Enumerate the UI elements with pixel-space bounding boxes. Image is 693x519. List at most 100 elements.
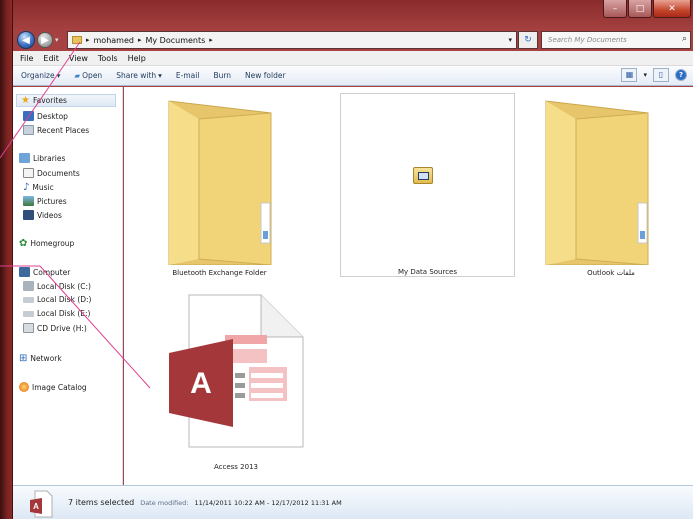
chevron-down-icon: ▾ <box>56 71 61 80</box>
nav-pictures-label: Pictures <box>37 196 67 206</box>
recent-places-icon <box>23 125 34 135</box>
local-disk-icon <box>23 310 34 317</box>
minimize-button[interactable]: – <box>603 0 627 18</box>
folder-icon <box>72 36 82 44</box>
nav-cd-drive[interactable]: CD Drive (H:) <box>23 323 87 333</box>
nav-network-label: Network <box>30 354 62 363</box>
menu-bar: File Edit View Tools Help <box>13 51 693 66</box>
date-modified-label: Date modified: <box>140 498 189 507</box>
cd-drive-icon <box>23 323 34 333</box>
breadcrumb-mohamed[interactable]: mohamed <box>94 36 134 45</box>
homegroup-icon: ✿ <box>19 238 28 249</box>
explorer-window: – □ ✕ ◀ ▶ ▾ ▸ mohamed ▸ My Documents ▸ ▾… <box>12 0 693 519</box>
file-item-access[interactable]: A Access 2013 <box>161 291 311 471</box>
navigation-pane: ★ Favorites Desktop Recent Places Librar… <box>13 87 123 485</box>
svg-text:A: A <box>33 502 39 511</box>
file-item-bluetooth[interactable]: Bluetooth Exchange Folder <box>141 93 298 277</box>
forward-button[interactable]: ▶ <box>37 32 53 48</box>
nav-computer[interactable]: Computer <box>19 267 70 277</box>
close-button[interactable]: ✕ <box>653 0 691 18</box>
share-with-button[interactable]: Share with ▾ <box>116 71 162 80</box>
back-button[interactable]: ◀ <box>17 31 35 49</box>
pictures-icon <box>23 196 34 206</box>
menu-edit[interactable]: Edit <box>43 54 59 63</box>
nav-computer-label: Computer <box>33 267 71 277</box>
open-label: Open <box>82 71 103 80</box>
access-file-icon: A <box>169 294 304 448</box>
nav-documents[interactable]: Documents <box>23 168 80 178</box>
local-disk-icon <box>23 281 34 291</box>
desktop-icon <box>23 111 34 121</box>
svg-text:A: A <box>190 367 212 400</box>
file-item-outlook[interactable]: ملفات Outlook <box>536 93 686 277</box>
nav-network[interactable]: ⊞ Network <box>19 353 62 364</box>
menu-help[interactable]: Help <box>128 54 146 63</box>
recent-pages-dropdown-icon[interactable]: ▾ <box>55 36 59 44</box>
nav-favorites-label: Favorites <box>32 96 67 105</box>
nav-pictures[interactable]: Pictures <box>23 196 67 206</box>
computer-icon <box>19 267 30 277</box>
change-view-icon[interactable]: ▦ <box>621 68 638 82</box>
maximize-button[interactable]: □ <box>628 0 652 18</box>
libraries-icon <box>19 153 30 163</box>
open-button[interactable]: ▰ Open <box>74 71 102 80</box>
nav-music[interactable]: ♪ Music <box>23 182 54 193</box>
nav-recent-places-label: Recent Places <box>37 125 90 135</box>
burn-button[interactable]: Burn <box>213 71 231 80</box>
address-dropdown-icon[interactable]: ▾ <box>508 36 512 44</box>
help-icon[interactable]: ? <box>675 69 687 81</box>
desktop-background <box>0 0 12 519</box>
share-with-label: Share with <box>116 71 157 80</box>
nav-disk-d-label: Local Disk (D:) <box>37 295 92 304</box>
star-icon: ★ <box>21 95 30 106</box>
selection-count: 7 items selected <box>68 498 135 507</box>
preview-pane-icon[interactable]: ▯ <box>653 68 669 82</box>
refresh-button[interactable]: ↻ <box>518 31 538 49</box>
nav-desktop[interactable]: Desktop <box>23 111 68 121</box>
breadcrumb-my-documents[interactable]: My Documents <box>145 36 205 45</box>
nav-videos[interactable]: Videos <box>23 210 62 220</box>
nav-desktop-label: Desktop <box>37 111 68 121</box>
file-item-label: Access 2013 <box>213 463 258 471</box>
nav-music-label: Music <box>32 183 54 192</box>
image-catalog-icon <box>19 382 29 392</box>
title-bar: – □ ✕ <box>13 0 693 27</box>
menu-tools[interactable]: Tools <box>98 54 118 63</box>
organize-label: Organize <box>21 71 55 80</box>
nav-libraries[interactable]: Libraries <box>19 153 65 163</box>
local-disk-icon <box>23 296 34 303</box>
burn-label: Burn <box>213 71 232 80</box>
file-item-label: My Data Sources <box>397 268 458 276</box>
nav-disk-e[interactable]: Local Disk (E:) <box>23 309 90 318</box>
date-modified-value: 11/14/2011 10:22 AM - 12/17/2012 11:31 A… <box>194 498 342 507</box>
search-icon[interactable]: ⌕ <box>682 34 687 44</box>
menu-file[interactable]: File <box>20 54 33 63</box>
documents-icon <box>23 168 34 178</box>
nav-disk-c[interactable]: Local Disk (C:) <box>23 281 91 291</box>
search-input[interactable]: Search My Documents ⌕ <box>541 31 691 49</box>
nav-cd-drive-label: CD Drive (H:) <box>37 323 87 333</box>
email-button[interactable]: E-mail <box>176 71 200 80</box>
breadcrumb-separator-icon[interactable]: ▸ <box>86 36 90 44</box>
nav-image-catalog[interactable]: Image Catalog <box>19 382 87 392</box>
breadcrumb-separator-icon[interactable]: ▸ <box>209 36 213 44</box>
view-dropdown-icon[interactable]: ▾ <box>643 71 647 79</box>
nav-disk-d[interactable]: Local Disk (D:) <box>23 295 91 304</box>
breadcrumb-separator-icon[interactable]: ▸ <box>138 36 142 44</box>
nav-videos-label: Videos <box>37 210 62 220</box>
new-folder-button[interactable]: New folder <box>245 71 286 80</box>
open-icon: ▰ <box>74 71 81 80</box>
view-tools: ▦ ▾ ▯ ? <box>621 68 687 82</box>
menu-view[interactable]: View <box>69 54 88 63</box>
folder-icon <box>545 100 649 266</box>
nav-homegroup[interactable]: ✿ Homegroup <box>19 238 74 249</box>
file-item-data-sources[interactable]: My Data Sources <box>340 93 515 277</box>
access-file-icon: A <box>30 490 53 518</box>
nav-favorites[interactable]: ★ Favorites <box>16 94 116 107</box>
nav-homegroup-label: Homegroup <box>30 239 75 248</box>
chevron-down-icon: ▾ <box>158 71 162 80</box>
organize-button[interactable]: Organize ▾ <box>21 71 60 80</box>
nav-recent-places[interactable]: Recent Places <box>23 125 89 135</box>
email-label: E-mail <box>175 71 200 80</box>
address-bar[interactable]: ▸ mohamed ▸ My Documents ▸ ▾ <box>67 31 517 49</box>
